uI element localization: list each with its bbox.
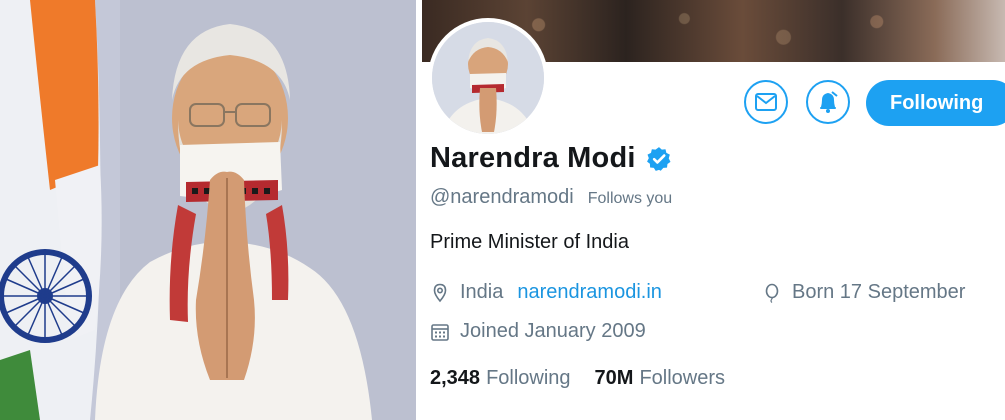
- mail-icon: [755, 93, 777, 111]
- balloon-icon: [765, 283, 779, 303]
- verified-badge-icon: [646, 146, 671, 171]
- location-text: India: [460, 281, 504, 303]
- message-button[interactable]: [744, 80, 788, 124]
- avatar-image: [432, 22, 544, 134]
- follow-stats: 2,348 Following 70M Followers: [430, 367, 725, 390]
- display-name: Narendra Modi: [430, 142, 636, 174]
- following-count: 2,348: [430, 367, 481, 389]
- portrait-photo: [0, 0, 416, 420]
- profile-avatar[interactable]: [428, 18, 548, 138]
- notifications-button[interactable]: [806, 80, 850, 124]
- following-stat[interactable]: 2,348 Following: [430, 367, 571, 390]
- username-handle: @narendramodi: [430, 186, 574, 208]
- website-link[interactable]: narendramodi.in: [517, 281, 662, 304]
- flag-image: [0, 0, 102, 420]
- follows-you-badge: Follows you: [587, 190, 673, 207]
- birthday-info: Born 17 September: [762, 281, 965, 304]
- profile-bio: Prime Minister of India: [430, 231, 629, 253]
- followers-label: Followers: [639, 367, 726, 389]
- following-button[interactable]: Following: [866, 80, 1005, 126]
- followers-count: 70M: [594, 367, 634, 389]
- followers-stat[interactable]: 70M Followers: [595, 367, 725, 390]
- following-label: Following: [486, 367, 571, 389]
- portrait-illustration: [0, 0, 416, 420]
- joined-date-text: Joined January 2009: [460, 320, 646, 342]
- joined-row: Joined January 2009: [430, 320, 646, 343]
- handle-row: @narendramodi Follows you: [430, 186, 672, 209]
- name-row: Narendra Modi: [430, 142, 672, 175]
- bell-icon: [820, 91, 838, 113]
- profile-card: Following Narendra Modi @narendramodi Fo…: [422, 0, 1005, 420]
- profile-meta-row: India narendramodi.in Born 17 September: [430, 281, 965, 304]
- calendar-icon: [431, 323, 449, 341]
- birthday-text: Born 17 September: [792, 281, 966, 303]
- location-pin-icon: [433, 283, 447, 302]
